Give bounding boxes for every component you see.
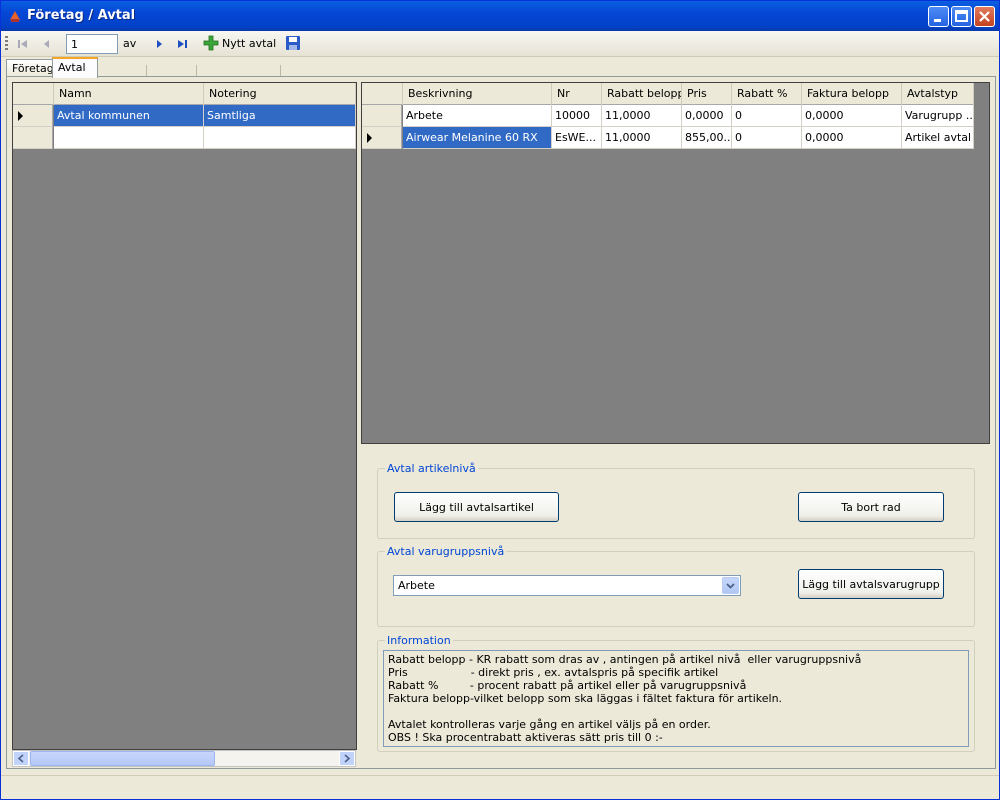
- chevron-down-icon: [726, 583, 735, 589]
- cell-notering[interactable]: [204, 127, 356, 149]
- chevron-left-icon: [17, 754, 24, 763]
- app-icon: [10, 11, 20, 22]
- cell-namn[interactable]: Avtal kommunen: [54, 105, 204, 127]
- cell-rabatt-procent[interactable]: 0: [732, 127, 802, 149]
- scroll-right-button[interactable]: [339, 751, 355, 766]
- column-header-nr[interactable]: Nr: [552, 83, 602, 105]
- cell-pris[interactable]: 855,00...: [682, 127, 732, 149]
- current-row-icon: [367, 133, 372, 143]
- add-agreement-product-group-button[interactable]: Lägg till avtalsvarugrupp: [798, 569, 944, 599]
- row-header[interactable]: [362, 127, 402, 149]
- table-row[interactable]: Airwear Melanine 60 RX EsWE... 11,0000 8…: [362, 127, 974, 149]
- record-position-input[interactable]: 1: [66, 34, 118, 54]
- next-record-icon[interactable]: [151, 36, 167, 52]
- horizontal-scrollbar[interactable]: [12, 750, 356, 767]
- record-count-label: av: [123, 37, 137, 50]
- scroll-left-button[interactable]: [13, 751, 29, 766]
- chevron-right-icon: [344, 754, 351, 763]
- scrollbar-thumb[interactable]: [30, 751, 215, 766]
- cell-beskrivning[interactable]: Airwear Melanine 60 RX: [403, 127, 552, 149]
- grid-header: Namn Notering: [13, 83, 356, 105]
- cell-avtalstyp[interactable]: Artikel avtal: [902, 127, 974, 149]
- prev-record-icon[interactable]: [39, 36, 55, 52]
- add-icon: [203, 35, 219, 51]
- cell-beskrivning[interactable]: Arbete: [403, 105, 552, 127]
- column-header-rabatt-procent[interactable]: Rabatt %: [732, 83, 802, 105]
- minimize-button[interactable]: [928, 6, 949, 27]
- close-button[interactable]: [974, 6, 995, 27]
- new-agreement-button[interactable]: Nytt avtal: [201, 34, 277, 54]
- information-text: Rabatt belopp - KR rabatt som dras av , …: [383, 650, 969, 747]
- group-legend: Information: [387, 634, 451, 647]
- app-window: Företag / Avtal 1 av Nytt avtal Företag …: [0, 0, 1000, 800]
- toolbar-grip[interactable]: [5, 36, 8, 52]
- last-record-icon[interactable]: [174, 36, 190, 52]
- column-header-namn[interactable]: Namn: [54, 83, 204, 105]
- window-title: Företag / Avtal: [27, 8, 136, 23]
- save-icon[interactable]: [285, 35, 301, 51]
- first-record-icon[interactable]: [15, 36, 31, 52]
- table-row-new[interactable]: [13, 127, 356, 149]
- column-header-avtalstyp[interactable]: Avtalstyp: [902, 83, 974, 105]
- row-header[interactable]: [13, 127, 53, 149]
- table-row[interactable]: Arbete 10000 11,0000 0,0000 0 0,0000 Var…: [362, 105, 974, 127]
- product-group-select[interactable]: Arbete: [393, 575, 741, 596]
- title-bar[interactable]: Företag / Avtal: [1, 1, 999, 31]
- tab-label: Företag: [12, 62, 54, 75]
- cell-pris[interactable]: 0,0000: [682, 105, 732, 127]
- current-row-icon: [18, 111, 23, 121]
- new-agreement-label: Nytt avtal: [222, 37, 277, 50]
- row-header-corner: [362, 83, 403, 105]
- cell-notering[interactable]: Samtliga: [204, 105, 356, 127]
- status-bar: [1, 775, 999, 799]
- group-legend: Avtal artikelnivå: [387, 462, 476, 475]
- cell-avtalstyp[interactable]: Varugrupp ...: [902, 105, 974, 127]
- row-header[interactable]: [13, 105, 53, 127]
- agreement-items-grid[interactable]: Beskrivning Nr Rabatt belopp Pris Rabatt…: [361, 82, 990, 444]
- column-header-rabatt-belopp[interactable]: Rabatt belopp: [602, 83, 682, 105]
- agreements-grid[interactable]: Namn Notering Avtal kommunen Samtliga: [12, 82, 357, 750]
- cell-rabatt-belopp[interactable]: 11,0000: [602, 127, 682, 149]
- table-row[interactable]: Avtal kommunen Samtliga: [13, 105, 356, 127]
- close-icon: [979, 11, 990, 22]
- dropdown-button[interactable]: [722, 577, 739, 594]
- tab-label: Avtal: [58, 61, 86, 74]
- cell-nr[interactable]: 10000: [552, 105, 602, 127]
- cell-rabatt-belopp[interactable]: 11,0000: [602, 105, 682, 127]
- cell-faktura-belopp[interactable]: 0,0000: [802, 105, 902, 127]
- tab-avtal[interactable]: Avtal: [52, 57, 98, 78]
- row-header-corner: [13, 83, 54, 105]
- product-group-value: Arbete: [398, 579, 435, 592]
- add-agreement-article-button[interactable]: Lägg till avtalsartikel: [394, 492, 559, 522]
- row-header[interactable]: [362, 105, 402, 127]
- cell-nr[interactable]: EsWE...: [552, 127, 602, 149]
- maximize-icon: [955, 10, 968, 22]
- column-header-notering[interactable]: Notering: [204, 83, 356, 105]
- maximize-button[interactable]: [951, 6, 972, 27]
- remove-row-button[interactable]: Ta bort rad: [798, 492, 944, 522]
- group-legend: Avtal varugruppsnivå: [387, 545, 505, 558]
- navigator-toolbar: [1, 31, 999, 83]
- grid-header: Beskrivning Nr Rabatt belopp Pris Rabatt…: [362, 83, 974, 105]
- cell-namn[interactable]: [54, 127, 204, 149]
- column-header-pris[interactable]: Pris: [682, 83, 732, 105]
- minimize-icon: [934, 19, 941, 22]
- cell-faktura-belopp[interactable]: 0,0000: [802, 127, 902, 149]
- column-header-beskrivning[interactable]: Beskrivning: [403, 83, 552, 105]
- column-header-faktura-belopp[interactable]: Faktura belopp: [802, 83, 902, 105]
- cell-rabatt-procent[interactable]: 0: [732, 105, 802, 127]
- tab-foretag[interactable]: Företag: [6, 59, 54, 77]
